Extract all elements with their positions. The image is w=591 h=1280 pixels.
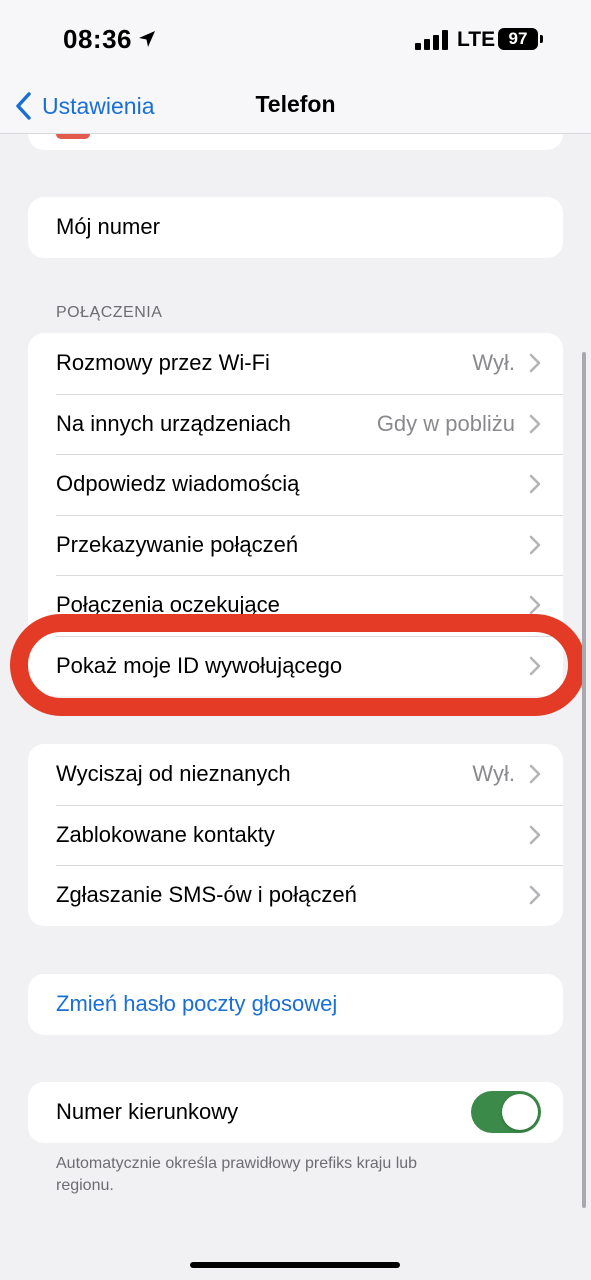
row-label: Pokaż moje ID wywołującego xyxy=(56,652,343,678)
chevron-right-icon xyxy=(529,595,541,615)
battery-tip xyxy=(540,35,543,43)
location-arrow-icon xyxy=(139,31,155,47)
respond-with-text-row[interactable]: Odpowiedz wiadomością xyxy=(28,454,563,515)
my-number-card: Mój numer xyxy=(28,197,563,258)
network-type: LTE xyxy=(457,28,496,51)
signal-bars-icon xyxy=(415,30,448,50)
home-indicator[interactable] xyxy=(190,1262,400,1268)
dial-assist-footer: Automatycznie określa prawidłowy prefiks… xyxy=(56,1155,418,1194)
chevron-right-icon xyxy=(529,825,541,845)
blocking-card: Wyciszaj od nieznanych Wył. Zablokowane … xyxy=(28,744,563,926)
row-value: Wył. xyxy=(472,350,515,376)
status-time: 08:36 xyxy=(63,24,132,54)
change-voicemail-password-link[interactable]: Zmień hasło poczty głosowej xyxy=(56,991,541,1017)
row-label: Połączenia oczekujące xyxy=(56,592,280,618)
call-forwarding-row[interactable]: Przekazywanie połączeń xyxy=(28,514,563,576)
voicemail-card: Zmień hasło poczty głosowej xyxy=(28,974,563,1035)
row-label: Przekazywanie połączeń xyxy=(56,531,299,557)
previous-card-peek xyxy=(28,134,563,150)
row-label: Numer kierunkowy xyxy=(56,1099,239,1125)
toggle-knob xyxy=(502,1094,538,1131)
chevron-right-icon xyxy=(529,414,541,434)
dial-assist-row: Numer kierunkowy xyxy=(28,1082,563,1143)
show-caller-id-row[interactable]: Pokaż moje ID wywołującego xyxy=(28,635,563,697)
calls-card: Rozmowy przez Wi-Fi Wył. Na innych urząd… xyxy=(28,333,563,696)
row-label: Odpowiedz wiadomością xyxy=(56,471,300,497)
row-label: Na innych urządzeniach xyxy=(56,410,291,436)
status-bar: 08:36 LTE 97 xyxy=(0,0,591,80)
chevron-right-icon xyxy=(529,885,541,905)
chevron-right-icon xyxy=(529,764,541,784)
row-value: Gdy w pobliżu xyxy=(376,410,515,436)
call-waiting-row[interactable]: Połączenia oczekujące xyxy=(28,575,563,636)
blocked-contacts-row[interactable]: Zablokowane kontakty xyxy=(28,804,563,866)
battery-icon: 97 xyxy=(498,28,538,50)
chevron-right-icon xyxy=(529,474,541,494)
dial-assist-card: Numer kierunkowy xyxy=(28,1082,563,1143)
dial-assist-toggle[interactable] xyxy=(471,1091,541,1134)
page-title: Telefon xyxy=(255,91,336,117)
sms-call-reporting-row[interactable]: Zgłaszanie SMS-ów i połączeń xyxy=(28,865,563,926)
section-header-calls: POŁĄCZENIA xyxy=(56,304,163,321)
scrollbar[interactable] xyxy=(582,352,586,1208)
my-number-row[interactable]: Mój numer xyxy=(28,197,563,258)
navigation-bar: Ustawienia Telefon xyxy=(0,80,591,134)
row-label: Wyciszaj od nieznanych xyxy=(56,761,291,787)
row-label: Zablokowane kontakty xyxy=(56,821,275,847)
chevron-right-icon xyxy=(529,353,541,373)
other-devices-row[interactable]: Na innych urządzeniach Gdy w pobliżu xyxy=(28,393,563,455)
silence-unknown-row[interactable]: Wyciszaj od nieznanych Wył. xyxy=(28,744,563,805)
row-label: Zgłaszanie SMS-ów i połączeń xyxy=(56,882,357,908)
row-label: Rozmowy przez Wi-Fi xyxy=(56,350,270,376)
row-label: Mój numer xyxy=(56,214,160,240)
chevron-right-icon xyxy=(529,535,541,555)
change-voicemail-password-row[interactable]: Zmień hasło poczty głosowej xyxy=(28,974,563,1035)
chevron-right-icon xyxy=(529,656,541,676)
wifi-calling-row[interactable]: Rozmowy przez Wi-Fi Wył. xyxy=(28,333,563,394)
row-value: Wył. xyxy=(472,761,515,787)
settings-icon xyxy=(56,134,90,139)
